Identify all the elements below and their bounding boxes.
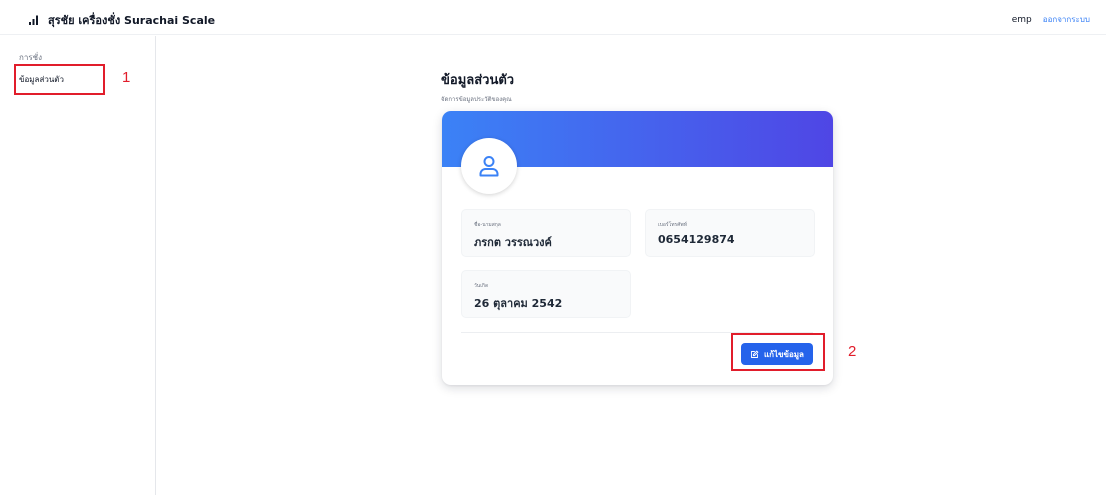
edit-profile-label: แก้ไขข้อมูล (764, 349, 804, 359)
brand[interactable]: สุรชัย เครื่องชั่ง Surachai Scale (28, 11, 215, 29)
field-full-name: ชื่อ-นามสกุล ภรกต วรรณวงค์ (461, 209, 631, 257)
avatar (461, 138, 517, 194)
field-label-full-name: ชื่อ-นามสกุล (474, 222, 501, 228)
field-birthdate: วันเกิด 26 ตุลาคม 2542 (461, 270, 631, 318)
user-icon (479, 156, 499, 177)
top-navbar: สุรชัย เครื่องชั่ง Surachai Scale emp ออ… (0, 0, 1106, 35)
page-title: ข้อมูลส่วนตัว (441, 73, 515, 88)
annotation-number-2: 2 (848, 343, 857, 360)
field-value-phone: 0654129874 (658, 233, 735, 246)
sidebar: การชั่ง ข้อมูลส่วนตัว (0, 36, 156, 495)
sidebar-item-weighing[interactable]: การชั่ง (19, 51, 42, 64)
annotation-number-1: 1 (122, 69, 131, 86)
field-label-birthdate: วันเกิด (474, 283, 489, 289)
username-label: emp (1011, 14, 1032, 25)
page-header: ข้อมูลส่วนตัว จัดการข้อมูลประวัติของคุณ (441, 69, 514, 104)
edit-profile-button[interactable]: แก้ไขข้อมูล (741, 343, 813, 365)
logout-link[interactable]: ออกจากระบบ (1043, 13, 1090, 26)
edit-icon (751, 350, 759, 358)
field-label-phone: เบอร์โทรศัพท์ (658, 222, 688, 228)
app-title: สุรชัย เครื่องชั่ง Surachai Scale (48, 14, 216, 27)
field-value-full-name: ภรกต วรรณวงค์ (474, 236, 552, 249)
field-phone: เบอร์โทรศัพท์ 0654129874 (645, 209, 815, 257)
user-menu: emp ออกจากระบบ (1012, 13, 1090, 26)
field-value-birthdate: 26 ตุลาคม 2542 (474, 297, 563, 310)
profile-card: ชื่อ-นามสกุล ภรกต วรรณวงค์ เบอร์โทรศัพท์… (442, 111, 833, 385)
sidebar-item-profile[interactable]: ข้อมูลส่วนตัว (19, 73, 64, 86)
page-subtitle: จัดการข้อมูลประวัติของคุณ (441, 96, 512, 103)
card-divider (461, 332, 813, 333)
bar-chart-icon (29, 15, 38, 25)
